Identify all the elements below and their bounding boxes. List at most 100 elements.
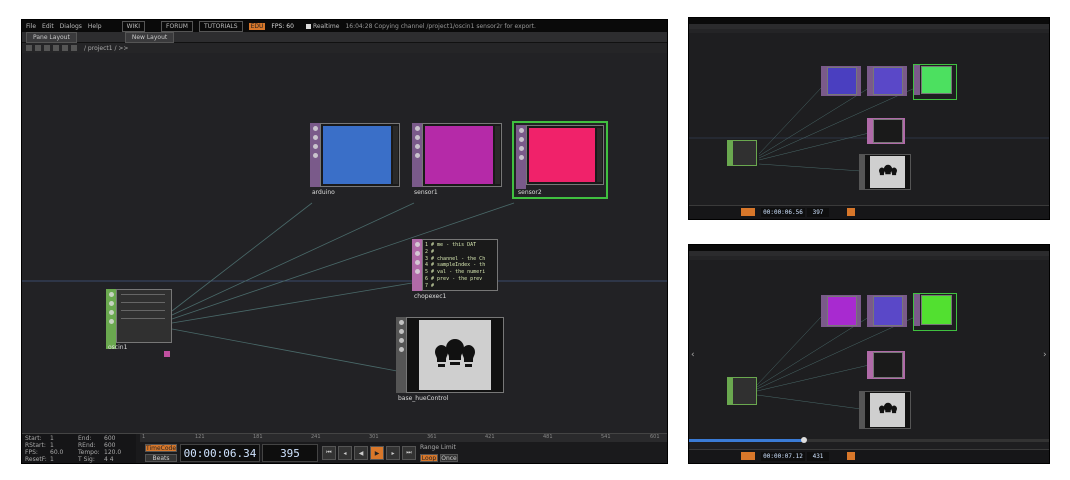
- node-sensor1[interactable]: sensor1: [412, 123, 502, 196]
- node-sensor1[interactable]: [867, 295, 907, 327]
- star-icon[interactable]: [62, 45, 68, 51]
- ruler-tick: 241: [311, 434, 321, 440]
- video-progress-handle[interactable]: [801, 437, 807, 443]
- node-arduino[interactable]: arduino: [310, 123, 400, 196]
- frame-display[interactable]: 395: [262, 444, 318, 462]
- once-button[interactable]: Once: [440, 454, 458, 462]
- timecode-button[interactable]: [741, 452, 755, 460]
- step-back-button[interactable]: ◂: [338, 446, 352, 460]
- node-oscin[interactable]: [727, 140, 757, 166]
- close-icon[interactable]: [398, 338, 404, 343]
- node-chopexec[interactable]: 1 # me - this DAT 2 # 3 # channel - the …: [412, 239, 498, 300]
- video-progress-bar[interactable]: [689, 437, 1049, 443]
- pen-icon[interactable]: [108, 319, 114, 324]
- node-base-huecontrol[interactable]: base_hueControl: [396, 317, 504, 402]
- node-sensor2[interactable]: sensor2: [512, 121, 608, 199]
- timeline-ruler[interactable]: 1 121 181 241 301 361 421 481 541 601: [140, 434, 667, 442]
- beats-button[interactable]: Beats: [145, 454, 177, 462]
- node-base-huecontrol[interactable]: [859, 391, 911, 429]
- menu-dialogs[interactable]: Dialogs: [60, 23, 82, 30]
- pen-icon[interactable]: [518, 155, 524, 160]
- wiki-button[interactable]: WIKI: [121, 20, 146, 32]
- node-base-huecontrol[interactable]: [859, 154, 911, 190]
- timecode-button[interactable]: TimeCode: [145, 444, 177, 452]
- pen-icon[interactable]: [414, 153, 420, 158]
- resetf-value[interactable]: 1: [50, 456, 54, 463]
- node-chopexec[interactable]: [867, 118, 905, 144]
- node-arduino[interactable]: [821, 66, 861, 96]
- arrow-icon[interactable]: [414, 260, 420, 265]
- info-icon[interactable]: [518, 128, 524, 133]
- forward-button[interactable]: ⏭: [402, 446, 416, 460]
- edu-badge: EDU: [248, 22, 266, 30]
- tsig-value[interactable]: 4 4: [104, 456, 114, 463]
- play-reverse-button[interactable]: ◀: [354, 446, 368, 460]
- node-oscin[interactable]: [727, 377, 757, 405]
- tutorials-button[interactable]: TUTORIALS: [198, 20, 243, 32]
- menu-help[interactable]: Help: [88, 23, 102, 30]
- scrollbar[interactable]: [495, 126, 500, 184]
- tempo-value[interactable]: 120.0: [104, 449, 121, 456]
- thumbnail-top-right: 00:00:06.56 397: [688, 17, 1050, 220]
- node-toolbar: [106, 289, 116, 349]
- node-oscin[interactable]: oscin1: [106, 289, 172, 357]
- step-forward-button[interactable]: ▸: [386, 446, 400, 460]
- realtime-toggle[interactable]: Realtime: [305, 23, 339, 30]
- scrollbar[interactable]: [597, 128, 602, 182]
- pin-icon[interactable]: [108, 301, 114, 306]
- fps-value[interactable]: 60.0: [50, 449, 63, 456]
- network-editor[interactable]: arduino sensor1 sensor2 1 # me - this DA…: [22, 53, 667, 433]
- node-chopexec[interactable]: [867, 351, 905, 379]
- info-icon[interactable]: [398, 320, 404, 325]
- ruler-tick: 301: [369, 434, 379, 440]
- timecode-display[interactable]: 00:00:07.12: [761, 452, 805, 461]
- end-value[interactable]: 600: [104, 435, 115, 442]
- loop-button[interactable]: Loop: [420, 454, 438, 462]
- info-icon[interactable]: [108, 292, 114, 297]
- flag-icon[interactable]: [164, 351, 170, 357]
- back-icon[interactable]: [26, 45, 32, 51]
- network-path-bar: / project1 / >>: [22, 43, 667, 53]
- frame-display[interactable]: 397: [807, 208, 829, 217]
- play-button[interactable]: [847, 452, 855, 460]
- arrow-icon[interactable]: [108, 310, 114, 315]
- timecode-button[interactable]: [741, 208, 755, 216]
- node-arduino[interactable]: [821, 295, 861, 327]
- info-icon[interactable]: [414, 242, 420, 247]
- add-icon[interactable]: [53, 45, 59, 51]
- rstart-value[interactable]: 1: [50, 442, 54, 449]
- info-icon[interactable]: [414, 126, 420, 131]
- start-value[interactable]: 1: [50, 435, 54, 442]
- rewind-button[interactable]: ⏮: [322, 446, 336, 460]
- pin-icon[interactable]: [414, 251, 420, 256]
- pin-icon[interactable]: [312, 135, 318, 140]
- node-sensor1[interactable]: [867, 66, 907, 96]
- pen-icon[interactable]: [398, 347, 404, 352]
- frame-display[interactable]: 431: [807, 452, 829, 461]
- pen-icon[interactable]: [414, 269, 420, 274]
- node-sensor2[interactable]: [913, 293, 957, 331]
- play-button[interactable]: [847, 208, 855, 216]
- arrow-icon[interactable]: [414, 144, 420, 149]
- menu-edit[interactable]: Edit: [42, 23, 54, 30]
- home-icon[interactable]: [35, 45, 41, 51]
- timecode-display[interactable]: 00:00:06.56: [761, 208, 805, 217]
- pen-icon[interactable]: [312, 153, 318, 158]
- arrow-icon[interactable]: [518, 146, 524, 151]
- tab-new-layout[interactable]: New Layout: [124, 31, 175, 43]
- rend-value[interactable]: 600: [104, 442, 115, 449]
- info-icon[interactable]: [312, 126, 318, 131]
- pin-icon[interactable]: [398, 329, 404, 334]
- grid-icon[interactable]: [71, 45, 77, 51]
- list-icon[interactable]: [44, 45, 50, 51]
- menu-file[interactable]: File: [26, 23, 36, 30]
- pin-icon[interactable]: [518, 137, 524, 142]
- timecode-display[interactable]: 00:00:06.34: [180, 444, 260, 462]
- scrollbar[interactable]: [393, 126, 398, 184]
- arrow-icon[interactable]: [312, 144, 318, 149]
- forum-button[interactable]: FORUM: [161, 20, 193, 32]
- node-sensor2[interactable]: [913, 64, 957, 100]
- tab-pane-layout[interactable]: Pane Layout: [26, 31, 77, 43]
- pin-icon[interactable]: [414, 135, 420, 140]
- play-button[interactable]: ▶: [370, 446, 384, 460]
